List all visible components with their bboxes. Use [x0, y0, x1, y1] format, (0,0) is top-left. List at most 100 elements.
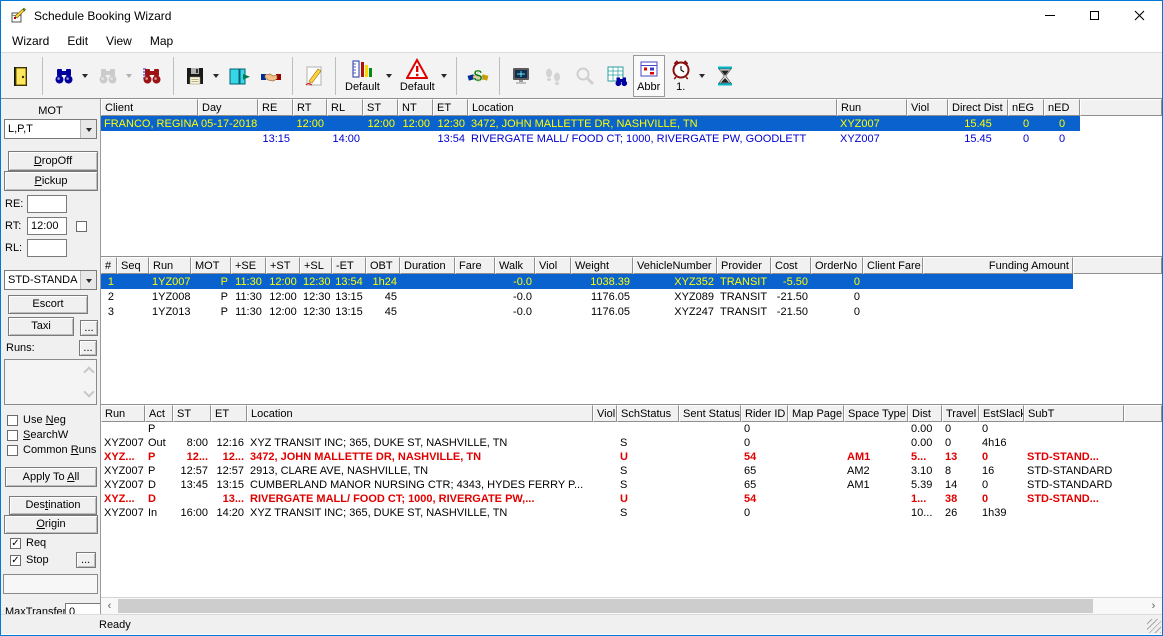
column-header[interactable]: Dist — [908, 405, 942, 422]
column-header[interactable]: Fare — [455, 257, 495, 274]
column-header[interactable]: Funding Amount — [923, 257, 1073, 274]
column-header[interactable]: Rider ID — [741, 405, 788, 422]
column-header[interactable]: Map Page — [788, 405, 844, 422]
column-header[interactable]: Run — [101, 405, 145, 422]
searchw-checkbox[interactable] — [7, 430, 18, 441]
column-header[interactable]: RL — [327, 99, 363, 116]
req-checkbox[interactable]: ✓ — [10, 538, 21, 549]
rl-input[interactable] — [27, 239, 67, 257]
column-header[interactable]: MOT — [191, 257, 231, 274]
close-button[interactable] — [1117, 2, 1162, 30]
use-neg-checkbox[interactable] — [7, 415, 18, 426]
re-input[interactable] — [27, 195, 67, 213]
scroll-left-icon[interactable]: ‹ — [101, 598, 118, 614]
escort-button[interactable]: Escort — [8, 295, 88, 314]
hourglass-button[interactable] — [709, 55, 741, 97]
stop-more-button[interactable]: ... — [76, 552, 96, 568]
maximize-button[interactable] — [1072, 2, 1117, 30]
column-header[interactable]: +SL — [300, 257, 332, 274]
menu-item-map[interactable]: Map — [141, 32, 182, 50]
table-row[interactable]: 31YZ013P11:3012:0012:3013:1545-0.01176.0… — [101, 304, 1162, 319]
column-header[interactable]: Direct Dist — [948, 99, 1008, 116]
column-header[interactable]: VehicleNumber — [633, 257, 717, 274]
scroll-right-icon[interactable]: › — [1145, 598, 1162, 614]
column-header[interactable]: Provider — [717, 257, 771, 274]
book-trip-button[interactable] — [223, 55, 255, 97]
pickup-button[interactable]: Pickup — [4, 171, 98, 191]
table-row[interactable]: XYZ...D13...RIVERGATE MALL/ FOOD CT; 100… — [101, 492, 1162, 506]
column-header[interactable]: Duration — [400, 257, 455, 274]
rt-checkbox[interactable] — [76, 221, 87, 232]
menu-item-wizard[interactable]: Wizard — [3, 32, 58, 50]
column-header[interactable]: Travel — [942, 405, 979, 422]
dropoff-button[interactable]: DropOff — [8, 151, 98, 171]
column-header[interactable]: Cost — [771, 257, 811, 274]
timer-button[interactable]: 1. — [665, 55, 697, 97]
resize-grip-icon[interactable] — [1147, 619, 1161, 633]
column-header[interactable]: ST — [173, 405, 211, 422]
violation-profile-button[interactable]: Default — [396, 55, 439, 97]
stop-checkbox[interactable]: ✓ — [10, 555, 21, 566]
column-header[interactable]: Sent Status — [679, 405, 741, 422]
apply-to-all-button[interactable]: Apply To All — [5, 467, 97, 487]
schedule-profile-dropdown-arrow-icon[interactable] — [384, 55, 394, 97]
column-header[interactable]: OrderNo — [811, 257, 863, 274]
column-header[interactable]: -ET — [332, 257, 366, 274]
column-header[interactable]: nED — [1044, 99, 1080, 116]
destination-button[interactable]: Destination — [9, 496, 97, 515]
common-runs-checkbox[interactable] — [7, 445, 18, 456]
table-row[interactable]: XYZ007In16:0014:20XYZ TRANSIT INC; 365, … — [101, 506, 1162, 520]
column-header[interactable]: # — [101, 257, 117, 274]
runs-more-button[interactable]: ... — [79, 340, 97, 356]
find-booking-button[interactable] — [136, 55, 168, 97]
table-row[interactable]: FRANCO, REGINA05-17-201812:0012:0012:001… — [101, 116, 1162, 131]
column-header[interactable]: Client Fare — [863, 257, 923, 274]
schedule-profile-button[interactable]: Default — [341, 55, 384, 97]
column-header[interactable]: Location — [468, 99, 837, 116]
column-header[interactable]: ST — [363, 99, 398, 116]
scroll-up-icon[interactable] — [83, 366, 94, 377]
column-header[interactable]: Viol — [907, 99, 948, 116]
table-row[interactable]: XYZ007P12:5712:572913, CLARE AVE, NASHVI… — [101, 464, 1162, 478]
column-header[interactable]: RE — [258, 99, 293, 116]
column-header[interactable]: EstSlack — [979, 405, 1024, 422]
fare-button[interactable]: $ — [462, 55, 494, 97]
column-header[interactable]: Walk — [495, 257, 535, 274]
maxtransfer-input[interactable] — [65, 603, 101, 614]
abbr-toggle-button[interactable]: Abbr — [633, 55, 665, 97]
service-type-combobox[interactable]: STD-STANDA — [4, 270, 97, 290]
violation-profile-dropdown-arrow-icon[interactable] — [439, 55, 449, 97]
column-header[interactable]: NT — [398, 99, 433, 116]
column-header[interactable]: OBT — [366, 257, 400, 274]
column-header[interactable]: ET — [433, 99, 468, 116]
mot-dropdown-button[interactable] — [80, 120, 96, 138]
find-client-dropdown-arrow-icon[interactable] — [80, 55, 90, 97]
column-header[interactable]: Run — [837, 99, 907, 116]
negotiate-button[interactable] — [255, 55, 287, 97]
column-header[interactable]: +ST — [266, 257, 300, 274]
find-client-button[interactable] — [48, 55, 80, 97]
address-box[interactable] — [3, 574, 98, 594]
service-type-dropdown-button[interactable] — [80, 271, 96, 289]
column-header[interactable]: ET — [211, 405, 247, 422]
menu-item-view[interactable]: View — [97, 32, 141, 50]
table-row[interactable]: 21YZ008P11:3012:0012:3013:1545-0.01176.0… — [101, 289, 1162, 304]
column-header[interactable]: nEG — [1008, 99, 1044, 116]
runs-listbox[interactable] — [4, 359, 97, 405]
edit-booking-button[interactable] — [298, 55, 330, 97]
column-header[interactable]: Location — [247, 405, 593, 422]
save-dropdown-arrow-icon[interactable] — [211, 55, 221, 97]
mot-combobox[interactable]: L,P,T — [4, 119, 97, 139]
column-header[interactable]: SchStatus — [617, 405, 679, 422]
taxi-more-button[interactable]: ... — [80, 320, 98, 336]
column-header[interactable]: Run — [149, 257, 191, 274]
column-header[interactable]: Viol — [535, 257, 571, 274]
table-row[interactable]: P00.0000 — [101, 422, 1162, 436]
timer-dropdown-arrow-icon[interactable] — [697, 55, 707, 97]
save-button[interactable] — [179, 55, 211, 97]
column-header[interactable]: RT — [293, 99, 327, 116]
scrollbar-thumb[interactable] — [118, 599, 1093, 613]
menu-item-edit[interactable]: Edit — [58, 32, 97, 50]
origin-button[interactable]: Origin — [4, 515, 98, 534]
column-header[interactable]: Viol — [593, 405, 617, 422]
